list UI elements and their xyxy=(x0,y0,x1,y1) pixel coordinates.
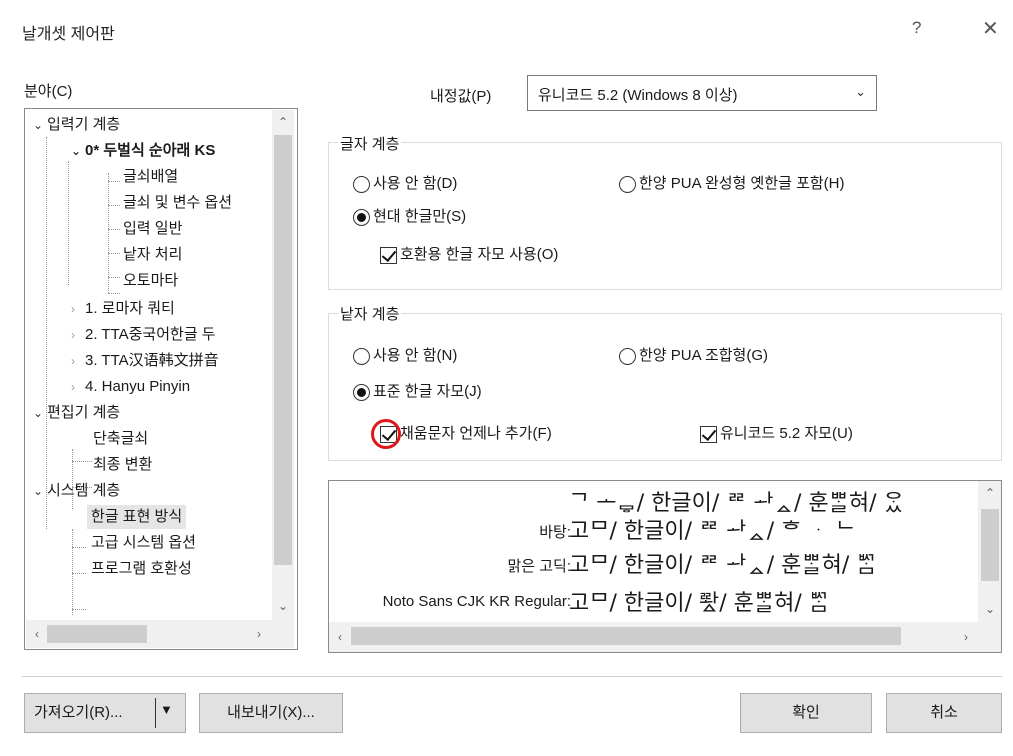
preview-vertical-scroll-thumb[interactable] xyxy=(981,509,999,581)
tree-item-keyboard-layout[interactable]: 글쇠배열 xyxy=(123,165,178,189)
tree-item-editor-layer[interactable]: ⌄ 편집기 계층 xyxy=(33,401,120,425)
tree-item-romaja-qwerty[interactable]: › 1. 로마자 쿼티 xyxy=(71,297,175,321)
scroll-right-icon[interactable]: › xyxy=(957,627,975,647)
preview-sample-3: 고ᄆ/ 한글이/ ᄙᅪᇫ/ 훈ᄈᆞᆯ혀/ ᄢᆞᆷ xyxy=(569,591,830,616)
chevron-down-icon: ⌄ xyxy=(855,84,866,99)
split-divider xyxy=(155,698,156,728)
scroll-up-icon[interactable]: ⌃ xyxy=(274,112,292,132)
default-label: 내정값(P) xyxy=(430,88,492,105)
tree-item-final-conversion[interactable]: 최종 변환 xyxy=(93,453,152,477)
preview-label-3: Noto Sans CJK KR Regular: xyxy=(382,593,571,610)
chevron-down-icon[interactable]: ⌄ xyxy=(33,113,47,137)
window-title: 날개셋 제어판 xyxy=(22,26,115,43)
title-bar: 날개셋 제어판 ? ✕ xyxy=(0,0,1013,62)
close-button[interactable]: ✕ xyxy=(982,16,999,41)
jamo-layer-none-radio[interactable]: 사용 안 함(N) xyxy=(353,346,457,366)
cancel-button[interactable]: 취소 xyxy=(886,693,1002,733)
chevron-down-icon[interactable]: ⌄ xyxy=(33,479,47,503)
help-button[interactable]: ? xyxy=(912,18,921,38)
char-layer-title: 글자 계층 xyxy=(338,133,402,154)
tree-item-tta-pinyin[interactable]: › 3. TTA汉语韩文拼音 xyxy=(71,349,219,373)
tree-item-key-options[interactable]: 글쇠 및 변수 옵션 xyxy=(123,191,232,215)
jamo-layer-title: 낱자 계층 xyxy=(338,303,402,324)
jamo-layer-standard-radio[interactable]: 표준 한글 자모(J) xyxy=(353,382,482,402)
default-select-value: 유니코드 5.2 (Windows 8 이상) xyxy=(538,87,738,104)
preview-horizontal-scroll-thumb[interactable] xyxy=(351,627,901,645)
tree-item-system-layer[interactable]: ⌄ 시스템 계층 xyxy=(33,479,120,503)
tree-item-input-layer[interactable]: ⌄ 입력기 계층 xyxy=(33,113,120,137)
tree-item-advanced-system[interactable]: 고급 시스템 옵션 xyxy=(91,531,196,555)
scroll-down-icon[interactable]: ⌄ xyxy=(981,599,999,619)
tree-item-input-general[interactable]: 입력 일반 xyxy=(123,217,182,241)
preview-sample-2: 고ᄆ/ 한글이/ ᄙ ᅪᇫ/ 훈ᄈᆞᆯ혀/ ᄢᆞᆷ xyxy=(569,553,877,578)
tree-item-shortcuts[interactable]: 단축글쇠 xyxy=(93,427,148,451)
char-layer-modern-only-radio[interactable]: 현대 한글만(S) xyxy=(353,207,466,227)
dropdown-arrow-icon[interactable]: ▼ xyxy=(160,702,173,717)
tree-vertical-scroll-thumb[interactable] xyxy=(274,135,292,565)
compat-jamo-checkbox[interactable]: 호환용 한글 자모 사용(O) xyxy=(380,245,558,265)
tree-item-program-compat[interactable]: 프로그램 호환성 xyxy=(91,557,192,581)
chevron-right-icon[interactable]: › xyxy=(71,323,85,347)
tree-item-automata[interactable]: 오토마타 xyxy=(123,269,178,293)
tree-item-tta-chinese-hangul[interactable]: › 2. TTA중국어한글 두 xyxy=(71,323,216,347)
footer-divider xyxy=(22,676,1002,677)
font-preview[interactable]: ᄀ ᅩᇢ/ 한글이/ ᄙ ᅪᇫ/ 훈ᄈᆞᆯ혀/ ᄋᆞᆻ 바탕: 고ᄆ/ 한글이/… xyxy=(328,480,1002,653)
chevron-right-icon[interactable]: › xyxy=(71,297,85,321)
chevron-down-icon[interactable]: ⌄ xyxy=(71,139,85,163)
scroll-up-icon[interactable]: ⌃ xyxy=(981,483,999,503)
char-layer-pua-full-radio[interactable]: 한양 PUA 완성형 옛한글 포함(H) xyxy=(619,174,845,194)
jamo-layer-pua-combo-radio[interactable]: 한양 PUA 조합형(G) xyxy=(619,346,768,366)
chevron-right-icon[interactable]: › xyxy=(71,375,85,399)
tree-item-jamo-processing[interactable]: 낱자 처리 xyxy=(123,243,182,267)
ok-button[interactable]: 확인 xyxy=(740,693,872,733)
tree-item-hangul-display[interactable]: 한글 표현 방식 xyxy=(87,505,187,529)
scroll-left-icon[interactable]: ‹ xyxy=(331,627,349,647)
tree-item-dubeolsik[interactable]: ⌄ 0* 두벌식 순아래 KS xyxy=(71,139,215,163)
chevron-right-icon[interactable]: › xyxy=(71,349,85,373)
category-tree[interactable]: ⌄ 입력기 계층 ⌄ 0* 두벌식 순아래 KS 글쇠배열 글쇠 및 변수 옵션 입… xyxy=(24,108,298,650)
fill-always-checkbox[interactable]: 채움문자 언제나 추가(F) xyxy=(380,424,552,444)
tree-label: 분야(C) xyxy=(24,83,73,100)
highlight-circle xyxy=(371,419,401,449)
unicode52-jamo-checkbox[interactable]: 유니코드 5.2 자모(U) xyxy=(700,424,853,444)
default-select[interactable]: 유니코드 5.2 (Windows 8 이상) ⌄ xyxy=(527,75,877,111)
scroll-down-icon[interactable]: ⌄ xyxy=(274,596,292,616)
preview-label-2: 맑은 고딕: xyxy=(507,558,571,575)
char-layer-none-radio[interactable]: 사용 안 함(D) xyxy=(353,174,457,194)
tree-horizontal-scroll-thumb[interactable] xyxy=(47,625,147,643)
chevron-down-icon[interactable]: ⌄ xyxy=(33,401,47,425)
tree-item-hanyu-pinyin[interactable]: › 4. Hanyu Pinyin xyxy=(71,375,190,399)
export-button[interactable]: 내보내기(X)... xyxy=(199,693,343,733)
preview-label-1: 바탕: xyxy=(539,524,571,541)
scroll-right-icon[interactable]: › xyxy=(250,624,268,644)
scroll-left-icon[interactable]: ‹ xyxy=(28,624,46,644)
preview-sample-1: 고ᄆ/ 한글이/ ᄙ ᅪᇫ/ ᄒ ᆞ ᄂ xyxy=(569,519,856,544)
